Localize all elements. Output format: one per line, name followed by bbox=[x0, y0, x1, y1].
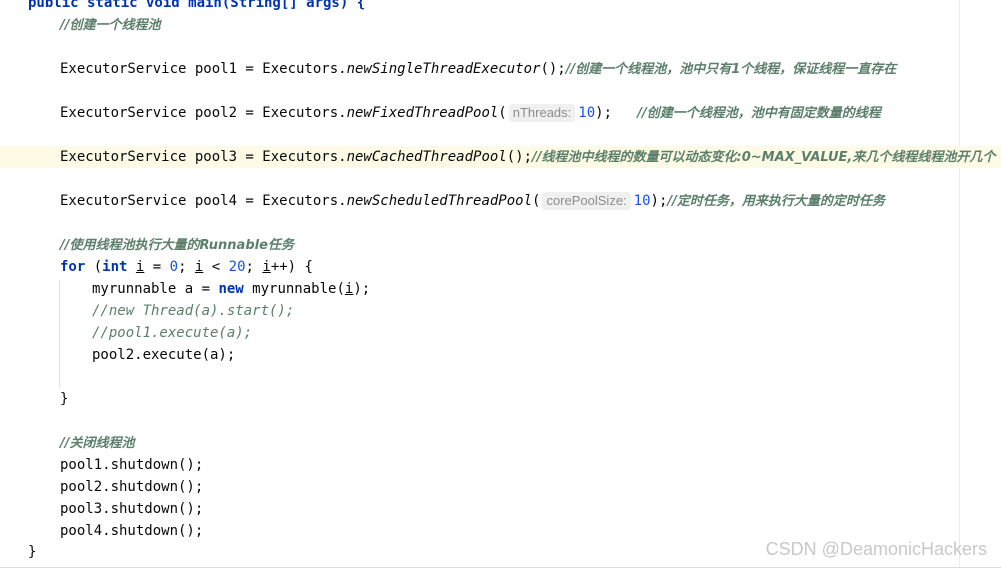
code-line-pool1[interactable]: ExecutorService pool1 = Executors.newSin… bbox=[60, 58, 896, 80]
code-line-for-close[interactable]: } bbox=[60, 388, 68, 410]
pool1-comment: //创建一个线程池，池中只有1个线程，保证线程一直存在 bbox=[565, 62, 897, 77]
shutdown-pool1: pool1.shutdown(); bbox=[60, 457, 204, 473]
pool2-tail: ); bbox=[595, 105, 612, 121]
pool2-comment: //创建一个线程池，池中有固定数量的线程 bbox=[637, 106, 881, 121]
method-signature: public static void main(String[] args) { bbox=[28, 0, 366, 11]
code-line-for[interactable]: for (int i = 0; i < 20; i++) { bbox=[60, 256, 313, 278]
code-line-shutdown3[interactable]: pool3.shutdown(); bbox=[60, 498, 203, 520]
new-keyword: new bbox=[218, 281, 244, 297]
comment-thread-start: //new Thread(a).start(); bbox=[92, 303, 295, 319]
code-line-main-signature[interactable]: public static void main(String[] args) { bbox=[28, 0, 365, 14]
parameter-hint-corepoolsize: corePoolSize: bbox=[542, 192, 631, 210]
code-line-comment-runnable[interactable]: //使用线程池执行大量的Runnable任务 bbox=[60, 234, 294, 256]
for-inc: ++) { bbox=[270, 259, 313, 275]
pool2-arg: 10 bbox=[578, 105, 596, 121]
pool4-comment: //定时任务，用来执行大量的定时任务 bbox=[667, 194, 885, 209]
for-eq: = bbox=[144, 259, 170, 275]
method-close-brace: } bbox=[28, 544, 37, 560]
indent-guide bbox=[59, 280, 60, 388]
code-line-pool4[interactable]: ExecutorService pool4 = Executors.newSch… bbox=[60, 190, 885, 212]
int-keyword: int bbox=[102, 259, 128, 275]
parameter-hint-nthreads: nThreads: bbox=[508, 104, 576, 122]
for-open: ( bbox=[85, 259, 103, 275]
runnable-close: ); bbox=[353, 281, 371, 297]
for-keyword: for bbox=[60, 259, 86, 275]
pool2-method: newFixedThreadPool bbox=[346, 105, 499, 121]
shutdown-pool2: pool2.shutdown(); bbox=[60, 479, 204, 495]
comment-runnable: //使用线程池执行大量的Runnable任务 bbox=[60, 238, 294, 253]
pool3-comment: //线程池中线程的数量可以动态变化:0~MAX_VALUE,来几个线程线程池开几… bbox=[532, 150, 996, 165]
loop-var-inc: i bbox=[262, 259, 271, 275]
pool4-tail: ); bbox=[650, 193, 668, 209]
shutdown-pool4: pool4.shutdown(); bbox=[60, 523, 204, 539]
code-line-shutdown2[interactable]: pool2.shutdown(); bbox=[60, 476, 203, 498]
code-line-shutdown1[interactable]: pool1.shutdown(); bbox=[60, 454, 203, 476]
code-line-pool2-exec[interactable]: pool2.execute(a); bbox=[92, 344, 235, 366]
pool3-method: newCachedThreadPool bbox=[346, 149, 507, 165]
pool4-declaration: ExecutorService pool4 = Executors. bbox=[60, 193, 347, 209]
pool3-declaration: ExecutorService pool3 = Executors. bbox=[60, 149, 347, 165]
runnable-decl: myrunnable a = bbox=[92, 281, 219, 297]
right-margin-guide bbox=[959, 0, 960, 568]
pool2-declaration: ExecutorService pool2 = Executors. bbox=[60, 105, 347, 121]
pool3-tail: (); bbox=[506, 149, 533, 165]
code-line-pool2[interactable]: ExecutorService pool2 = Executors.newFix… bbox=[60, 102, 881, 124]
pool1-method: newSingleThreadExecutor bbox=[346, 61, 541, 77]
loop-end: 20 bbox=[228, 259, 246, 275]
pool2-open-paren: ( bbox=[498, 105, 507, 121]
pool1-tail: (); bbox=[540, 61, 566, 77]
shutdown-pool3: pool3.shutdown(); bbox=[60, 501, 204, 517]
code-line-comment-shutdown[interactable]: //关闭线程池 bbox=[60, 432, 135, 454]
pool4-arg: 10 bbox=[633, 193, 651, 209]
code-line-comment-thread[interactable]: //new Thread(a).start(); bbox=[92, 300, 294, 322]
pool4-method: newScheduledThreadPool bbox=[346, 193, 533, 209]
comment-create-pool: //创建一个线程池 bbox=[60, 18, 161, 33]
for-lt: < bbox=[203, 259, 229, 275]
comment-shutdown: //关闭线程池 bbox=[60, 436, 135, 451]
code-line-comment-pool1-exec[interactable]: //pool1.execute(a); bbox=[92, 322, 252, 344]
for-semi-1: ; bbox=[178, 259, 195, 275]
pool4-open-paren: ( bbox=[532, 193, 541, 209]
runnable-call: myrunnable( bbox=[243, 281, 345, 297]
loop-start: 0 bbox=[169, 259, 179, 275]
for-close-brace: } bbox=[60, 391, 69, 407]
csdn-watermark: CSDN @DeamonicHackers bbox=[765, 539, 987, 559]
code-line-comment[interactable]: //创建一个线程池 bbox=[60, 14, 161, 36]
code-line-method-close[interactable]: } bbox=[28, 541, 36, 563]
code-line-shutdown4[interactable]: pool4.shutdown(); bbox=[60, 520, 203, 542]
pool1-declaration: ExecutorService pool1 = Executors. bbox=[60, 61, 347, 77]
code-line-pool3[interactable]: ExecutorService pool3 = Executors.newCac… bbox=[60, 146, 995, 168]
for-semi-2: ; bbox=[245, 259, 263, 275]
code-line-runnable[interactable]: myrunnable a = new myrunnable(i); bbox=[92, 278, 370, 300]
pool2-execute: pool2.execute(a); bbox=[92, 347, 236, 363]
comment-pool1-execute: //pool1.execute(a); bbox=[92, 325, 253, 341]
code-editor[interactable]: public static void main(String[] args) {… bbox=[0, 0, 1001, 568]
